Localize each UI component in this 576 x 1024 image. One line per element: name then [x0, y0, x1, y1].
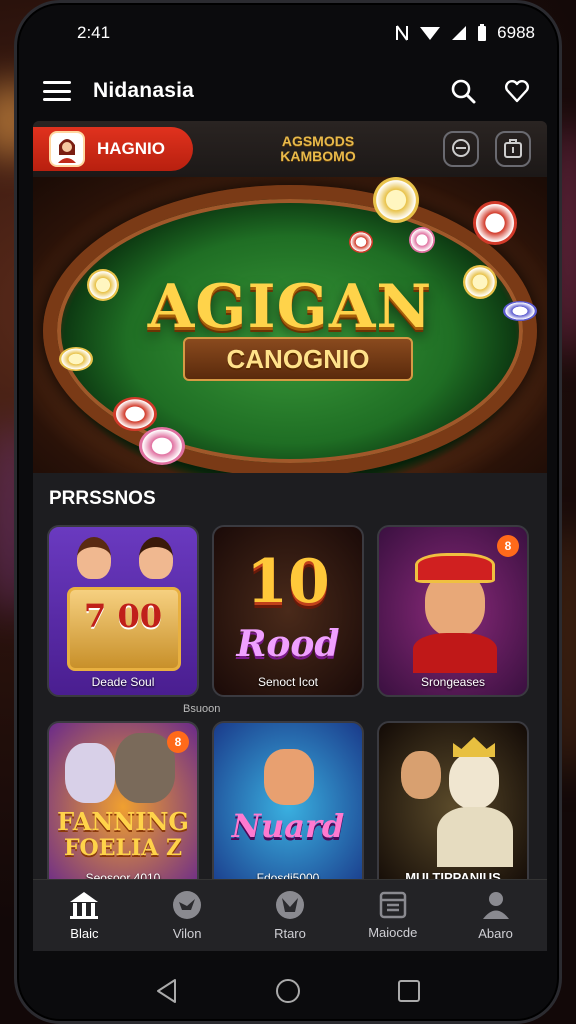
chat-button[interactable]	[443, 131, 479, 167]
game-art: 7 00	[49, 527, 197, 695]
hero-subtitle-plate: CANOGNIO	[183, 337, 413, 381]
casino-chip	[139, 427, 185, 465]
system-nav-bar	[17, 961, 559, 1021]
game-badge: 8	[497, 535, 519, 557]
nav-label: Rtaro	[274, 926, 306, 941]
nav-item-maiocde[interactable]: Maiocde	[348, 891, 438, 940]
avatar-icon	[58, 139, 76, 163]
casino-chip	[349, 231, 373, 253]
nav-label: Vilon	[172, 926, 202, 941]
brand-button[interactable]: HAGNIO	[33, 127, 193, 171]
search-icon	[451, 79, 476, 104]
game-card[interactable]: 7 00 Deade Soul	[47, 525, 199, 697]
game-card[interactable]: MULTIPPANIUS	[377, 721, 529, 893]
game-card[interactable]: 8 Srongeases	[377, 525, 529, 697]
square-recents-icon	[397, 980, 420, 1002]
game-label: Srongeases	[420, 675, 486, 689]
hero-banner[interactable]: AGIGAN CANOGNIO	[33, 177, 547, 473]
chat-icon	[452, 139, 470, 157]
signal-icon	[452, 26, 467, 40]
promo-strip: HAGNIO AGSMODS KAMBOMO	[33, 121, 547, 177]
row-caption: Bsuoon	[183, 703, 221, 715]
hero-title: AGIGAN	[147, 272, 433, 342]
strip-title-line1: AGSMODS	[281, 133, 355, 149]
calendar-icon	[379, 891, 407, 919]
avatar	[49, 131, 85, 167]
nav-item-home[interactable]: Blaic	[39, 890, 129, 941]
person-icon	[482, 892, 509, 919]
back-icon	[157, 979, 177, 1003]
search-button[interactable]	[447, 75, 479, 107]
status-icons: 6988	[395, 23, 535, 43]
wallet-button[interactable]	[495, 131, 531, 167]
casino-chip	[473, 201, 517, 245]
nfc-icon	[396, 25, 409, 41]
status-time: 2:41	[77, 23, 111, 42]
home-icon	[70, 892, 99, 919]
game-art-sub: FOELIA Z	[63, 835, 183, 861]
game-art: 10 Rood	[214, 527, 362, 695]
nav-label: Maiocde	[368, 925, 418, 940]
game-art-text: 10	[246, 547, 330, 617]
hero-subtitle: CANOGNIO	[226, 343, 370, 374]
game-card[interactable]: 10 Rood Senoct Icot	[212, 525, 364, 697]
casino-chip	[373, 177, 419, 223]
games-grid: 7 00 Deade Soul 10 Rood Senoct Icot 8 Sr…	[33, 525, 547, 903]
game-art-text: FANNING	[57, 807, 189, 836]
strip-title-line2: KAMBOMO	[280, 148, 356, 164]
game-art	[379, 723, 527, 891]
casino-chip	[409, 227, 435, 253]
nav-label: Abaro	[478, 926, 513, 941]
brand-label: HAGNIO	[97, 139, 165, 158]
wifi-icon	[420, 27, 441, 40]
game-label: Senoct Icot	[257, 675, 319, 689]
wallet-icon	[504, 139, 522, 158]
shield-icon	[275, 891, 304, 919]
menu-line	[43, 89, 71, 93]
nav-item-vilon[interactable]: Vilon	[142, 890, 232, 941]
game-badge: 8	[167, 731, 189, 753]
back-button[interactable]	[147, 971, 187, 1011]
nav-item-abaro[interactable]: Abaro	[451, 890, 541, 941]
status-bar: 2:41 6988	[17, 3, 559, 63]
battery-icon	[478, 24, 487, 41]
bird-icon	[173, 891, 202, 919]
section-title: PRRSSNOS	[33, 473, 547, 525]
circle-home-icon	[275, 979, 300, 1003]
game-art: Nuard	[214, 723, 362, 891]
favorite-button[interactable]	[501, 75, 533, 107]
casino-chip	[113, 397, 157, 431]
home-system-button[interactable]	[268, 971, 308, 1011]
nav-item-rtaro[interactable]: Rtaro	[245, 890, 335, 941]
casino-chip	[59, 347, 93, 371]
game-card[interactable]: FANNING FOELIA Z 8 Seosoor 4010	[47, 721, 199, 893]
app-title: Nidanasia	[93, 79, 195, 102]
phone-frame: 2:41 6988 Nidanasia HAGNIO AGSMODS KAMBO…	[14, 0, 562, 1024]
app-bar: Nidanasia	[17, 65, 559, 117]
bottom-nav: Blaic Vilon Rtaro Maiocde Abaro	[33, 879, 547, 951]
strip-title: AGSMODS KAMBOMO	[193, 134, 443, 164]
menu-button[interactable]	[43, 81, 71, 101]
game-art-text: Nuard	[231, 807, 345, 845]
main-content: HAGNIO AGSMODS KAMBOMO AGIGAN CANOGNIO P…	[33, 121, 547, 951]
game-label: Deade Soul	[91, 675, 155, 689]
status-right-text: 6988	[497, 23, 535, 42]
favorite-icon	[504, 79, 530, 103]
recents-button[interactable]	[389, 971, 429, 1011]
menu-line	[43, 81, 71, 84]
game-art-text: 7 00	[84, 597, 162, 635]
game-card[interactable]: Nuard Fdosdi5000	[212, 721, 364, 893]
nav-label: Blaic	[70, 926, 99, 941]
game-art-sub: Rood	[236, 623, 340, 665]
menu-line	[43, 98, 71, 101]
